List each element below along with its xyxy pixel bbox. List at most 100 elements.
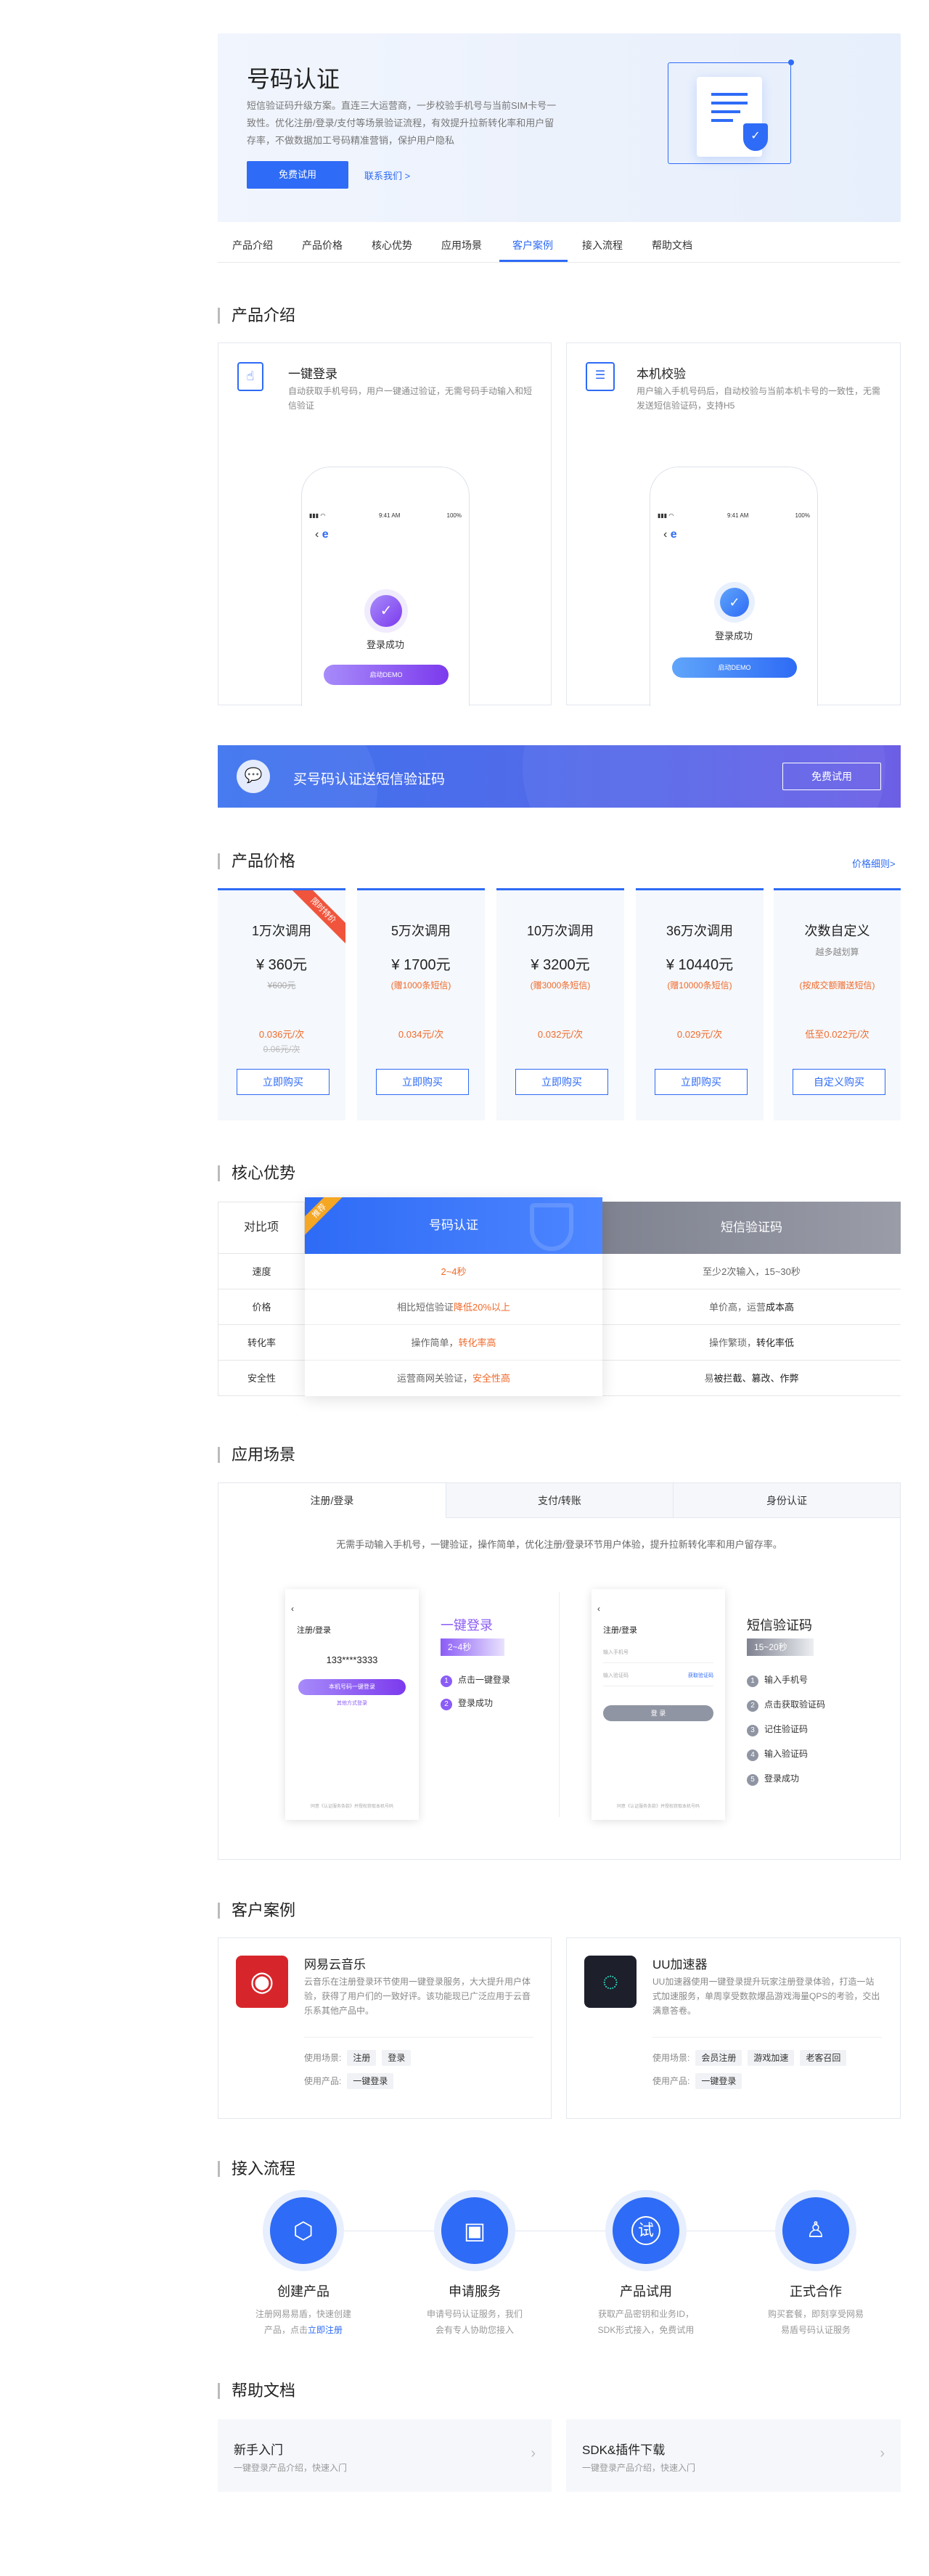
flow-step-desc: 注册网易易盾，快速创建产品，点击立即注册: [255, 2309, 351, 2335]
tab-scene[interactable]: 应用场景: [441, 238, 482, 253]
back-arrow-icon[interactable]: ‹ e: [315, 528, 329, 541]
flow-step-title: 创建产品: [277, 2284, 330, 2299]
battery-level: 100%: [446, 512, 462, 519]
start-demo-button[interactable]: 启动DEMO: [324, 665, 449, 685]
compare-auth-value: 操作简单，转化率高: [305, 1325, 602, 1361]
help-title: 新手入门: [234, 2443, 283, 2457]
scene-panel: 注册/登录 支付/转账 身份认证 无需手动输入手机号，一键验证，操作简单，优化注…: [218, 1482, 901, 1860]
plan-name: 36万次调用: [666, 924, 734, 938]
free-trial-button[interactable]: 免费试用: [247, 161, 348, 189]
case-desc: UU加速器使用一键登录提升玩家注册登录体验，打造一站式加速服务，单周享受数款爆品…: [652, 1977, 880, 2016]
contact-us-link[interactable]: 联系我们 >: [364, 168, 410, 182]
case-card: ◉ 网易云音乐 云音乐在注册登录环节使用一键登录服务，大大提升用户体验，获得了用…: [218, 1937, 552, 2119]
plan-unit-price: 低至0.022元/次: [805, 1029, 869, 1040]
phone-input[interactable]: 输入手机号: [603, 1649, 713, 1663]
terms-text: 同意《认证服务条款》并授权获取本机号码: [616, 1805, 700, 1809]
back-arrow-icon[interactable]: ‹: [291, 1604, 294, 1614]
section-heading-flow: 接入流程: [218, 2161, 295, 2177]
plan-gift: (赠10000条短信): [667, 980, 732, 990]
scene-phone-sms: ‹ 注册/登录 输入手机号 输入验证码 获取验证码 登 录 同意《认证服务条款》并…: [592, 1589, 725, 1820]
case-card: ◌ UU加速器 UU加速器使用一键登录提升玩家注册登录体验，打造一站式加速服务，…: [566, 1937, 901, 2119]
register-link[interactable]: 立即注册: [308, 2325, 343, 2335]
case-products: 使用产品: 一键登录: [652, 2073, 748, 2089]
case-name: 网易云音乐: [304, 1958, 366, 1972]
plan-name: 5万次调用: [390, 924, 451, 938]
case-scenes: 使用场景: 注册 登录: [304, 2050, 417, 2066]
scene-tab-identity[interactable]: 身份认证: [674, 1483, 900, 1518]
active-tab-indicator: [499, 260, 568, 262]
scene-tab-login[interactable]: 注册/登录: [218, 1483, 446, 1518]
tab-help[interactable]: 帮助文档: [652, 238, 692, 253]
scene-time-badge: 15~20秒: [747, 1638, 814, 1656]
code-input[interactable]: 输入验证码 获取验证码: [603, 1672, 713, 1686]
buy-button[interactable]: 立即购买: [376, 1069, 469, 1095]
plan-name: 10万次调用: [526, 924, 594, 938]
scene-flow-title: 短信验证码: [747, 1618, 812, 1633]
tab-pricing[interactable]: 产品价格: [302, 238, 343, 253]
scene-time-badge: 2~4秒: [441, 1638, 504, 1656]
compare-sms-value: 操作繁琐，转化率低: [708, 1337, 795, 1348]
back-arrow-icon[interactable]: ‹ e: [663, 528, 677, 541]
plan-name: 次数自定义: [804, 924, 870, 938]
price-card: 次数自定义 越多越划算 (按成交额赠送短信) 低至0.022元/次 自定义购买: [774, 888, 901, 1120]
sale-ribbon: 限时特价: [284, 890, 345, 950]
section-heading-pricing: 产品价格: [218, 853, 295, 869]
scene-step: 3 记住验证码: [747, 1723, 808, 1736]
compare-header-item: 对比项: [218, 1202, 305, 1254]
plan-gift: (按成交额赠送短信): [799, 980, 875, 990]
get-code-link[interactable]: 获取验证码: [688, 1672, 713, 1679]
apply-service-icon: ▣: [441, 2197, 508, 2264]
plan-unit-price: 0.029元/次: [676, 1029, 723, 1040]
compare-item: 转化率: [218, 1325, 305, 1361]
tab-flow[interactable]: 接入流程: [582, 238, 623, 253]
start-demo-button[interactable]: 启动DEMO: [672, 657, 797, 678]
tab-advantage[interactable]: 核心优势: [372, 238, 412, 253]
intro-card-local-verify: ☰ 本机校验 用户输入手机号码后，自动校验与当前本机卡号的一致性，无需发送短信验…: [566, 342, 901, 706]
tab-intro[interactable]: 产品介绍: [232, 238, 273, 253]
buy-button[interactable]: 立即购买: [515, 1069, 608, 1095]
tap-phone-icon: ☝: [237, 362, 263, 391]
compare-item: 速度: [218, 1254, 305, 1289]
plan-unit-original: 0.06元/次: [263, 1044, 300, 1054]
recommended-column: 号码认证 推荐 2~4秒 相比短信验证降低20%以上 操作简单，转化率高 运营商…: [305, 1197, 602, 1396]
help-title: SDK&插件下载: [582, 2443, 666, 2457]
price-detail-link[interactable]: 价格细则>: [852, 856, 896, 870]
scene-step: 1 点击一键登录: [441, 1673, 510, 1687]
battery-level: 100%: [795, 512, 810, 519]
login-button[interactable]: 登 录: [603, 1705, 713, 1721]
scene-description: 无需手动输入手机号，一键验证，操作简单，优化注册/登录环节用户体验，提升拉新转化…: [336, 1539, 782, 1550]
success-check-icon: ✓: [370, 595, 402, 627]
scene-step: 4 输入验证码: [747, 1747, 808, 1761]
buy-button[interactable]: 立即购买: [237, 1069, 330, 1095]
help-desc: 一键登录产品介绍，快速入门: [234, 2463, 348, 2473]
scene-tab-pay[interactable]: 支付/转账: [446, 1483, 674, 1518]
card-desc: 用户输入手机号码后，自动校验与当前本机卡号的一致性，无需发送短信验证码，支持H5: [637, 386, 881, 411]
plan-price: ¥ 360元: [255, 957, 308, 973]
banner-trial-button[interactable]: 免费试用: [782, 763, 881, 790]
tab-cases[interactable]: 客户案例: [512, 238, 553, 253]
compare-item: 安全性: [218, 1361, 305, 1396]
price-card: 限时特价 1万次调用 ¥ 360元 ¥600元 0.036元/次 0.06元/次…: [218, 888, 345, 1120]
signal-icon: ▮▮▮ ◠: [658, 512, 674, 519]
custom-buy-button[interactable]: 自定义购买: [793, 1069, 885, 1095]
one-click-login-button[interactable]: 本机号码一键登录: [298, 1679, 406, 1695]
phone-list-icon: ☰: [586, 362, 615, 391]
chevron-right-icon: ›: [531, 2445, 536, 2461]
back-arrow-icon[interactable]: ‹: [597, 1604, 600, 1614]
status-time: 9:41 AM: [727, 512, 749, 519]
compare-header-sms: 短信验证码: [602, 1202, 901, 1254]
chat-bubble-icon: 💬: [237, 760, 270, 793]
other-login-link[interactable]: 其他方式登录: [285, 1699, 419, 1707]
buy-button[interactable]: 立即购买: [655, 1069, 748, 1095]
chevron-right-icon: ›: [880, 2445, 885, 2461]
trial-icon: 试: [613, 2197, 679, 2264]
promo-banner: 💬 买号码认证送短信验证码 免费试用: [218, 745, 901, 808]
netease-music-logo: ◉: [236, 1956, 288, 2008]
help-card-getting-started[interactable]: 新手入门 一键登录产品介绍，快速入门 ›: [218, 2419, 552, 2492]
scene-step: 5 登录成功: [747, 1772, 799, 1786]
section-heading-cases: 客户案例: [218, 1903, 295, 1919]
help-card-sdk-download[interactable]: SDK&插件下载 一键登录产品介绍，快速入门 ›: [566, 2419, 901, 2492]
card-title: 本机校验: [637, 367, 686, 381]
plan-original-price: ¥600元: [267, 980, 296, 990]
scene-flow-title: 一键登录: [441, 1618, 493, 1633]
